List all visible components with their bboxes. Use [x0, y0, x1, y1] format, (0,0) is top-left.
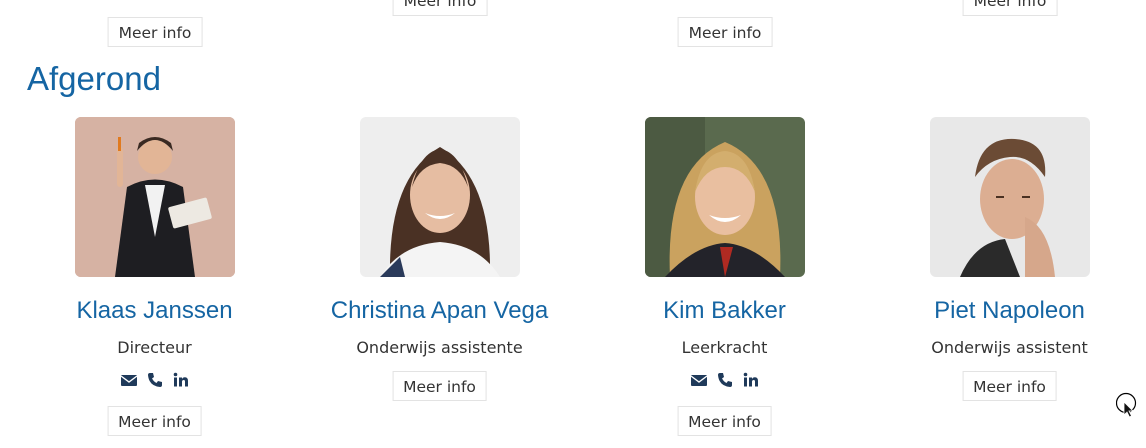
linkedin-icon[interactable]	[742, 371, 760, 389]
person-name: Kim Bakker	[663, 297, 786, 324]
contact-icons	[582, 369, 867, 391]
contact-icons	[12, 369, 297, 391]
person-name: Christina Apan Vega	[330, 297, 549, 324]
more-info-button[interactable]: Meer info	[392, 0, 488, 16]
person-photo	[359, 117, 520, 277]
more-info-button[interactable]: Meer info	[962, 371, 1057, 401]
person-card: Piet Napoleon Onderwijs assistent Meer i…	[867, 117, 1146, 448]
phone-icon[interactable]	[716, 371, 734, 389]
person-card: Christina Apan Vega Onderwijs assistente…	[297, 117, 582, 448]
person-role: Onderwijs assistente	[356, 338, 523, 357]
person-role: Leerkracht	[681, 338, 768, 357]
phone-icon[interactable]	[146, 371, 164, 389]
envelope-icon[interactable]	[690, 371, 708, 389]
more-info-button[interactable]: Meer info	[962, 0, 1058, 16]
envelope-icon[interactable]	[120, 371, 138, 389]
more-info-button[interactable]: Meer info	[107, 17, 203, 47]
person-photo	[644, 117, 805, 277]
person-photo	[74, 117, 235, 277]
person-role: Onderwijs assistent	[931, 338, 1088, 357]
more-info-button[interactable]: Meer info	[392, 371, 487, 401]
person-card: Klaas Janssen Directeur Meer info	[12, 117, 297, 448]
more-info-button[interactable]: Meer info	[107, 406, 202, 436]
person-role: Directeur	[117, 338, 192, 357]
person-photo	[929, 117, 1090, 277]
person-card: Kim Bakker Leerkracht Meer info	[582, 117, 867, 448]
mouse-cursor	[1115, 392, 1138, 420]
person-name: Piet Napoleon	[934, 297, 1085, 324]
more-info-button[interactable]: Meer info	[677, 406, 772, 436]
linkedin-icon[interactable]	[172, 371, 190, 389]
more-info-button[interactable]: Meer info	[677, 17, 773, 47]
section-title: Afgerond	[27, 60, 161, 97]
person-name: Klaas Janssen	[76, 297, 233, 324]
